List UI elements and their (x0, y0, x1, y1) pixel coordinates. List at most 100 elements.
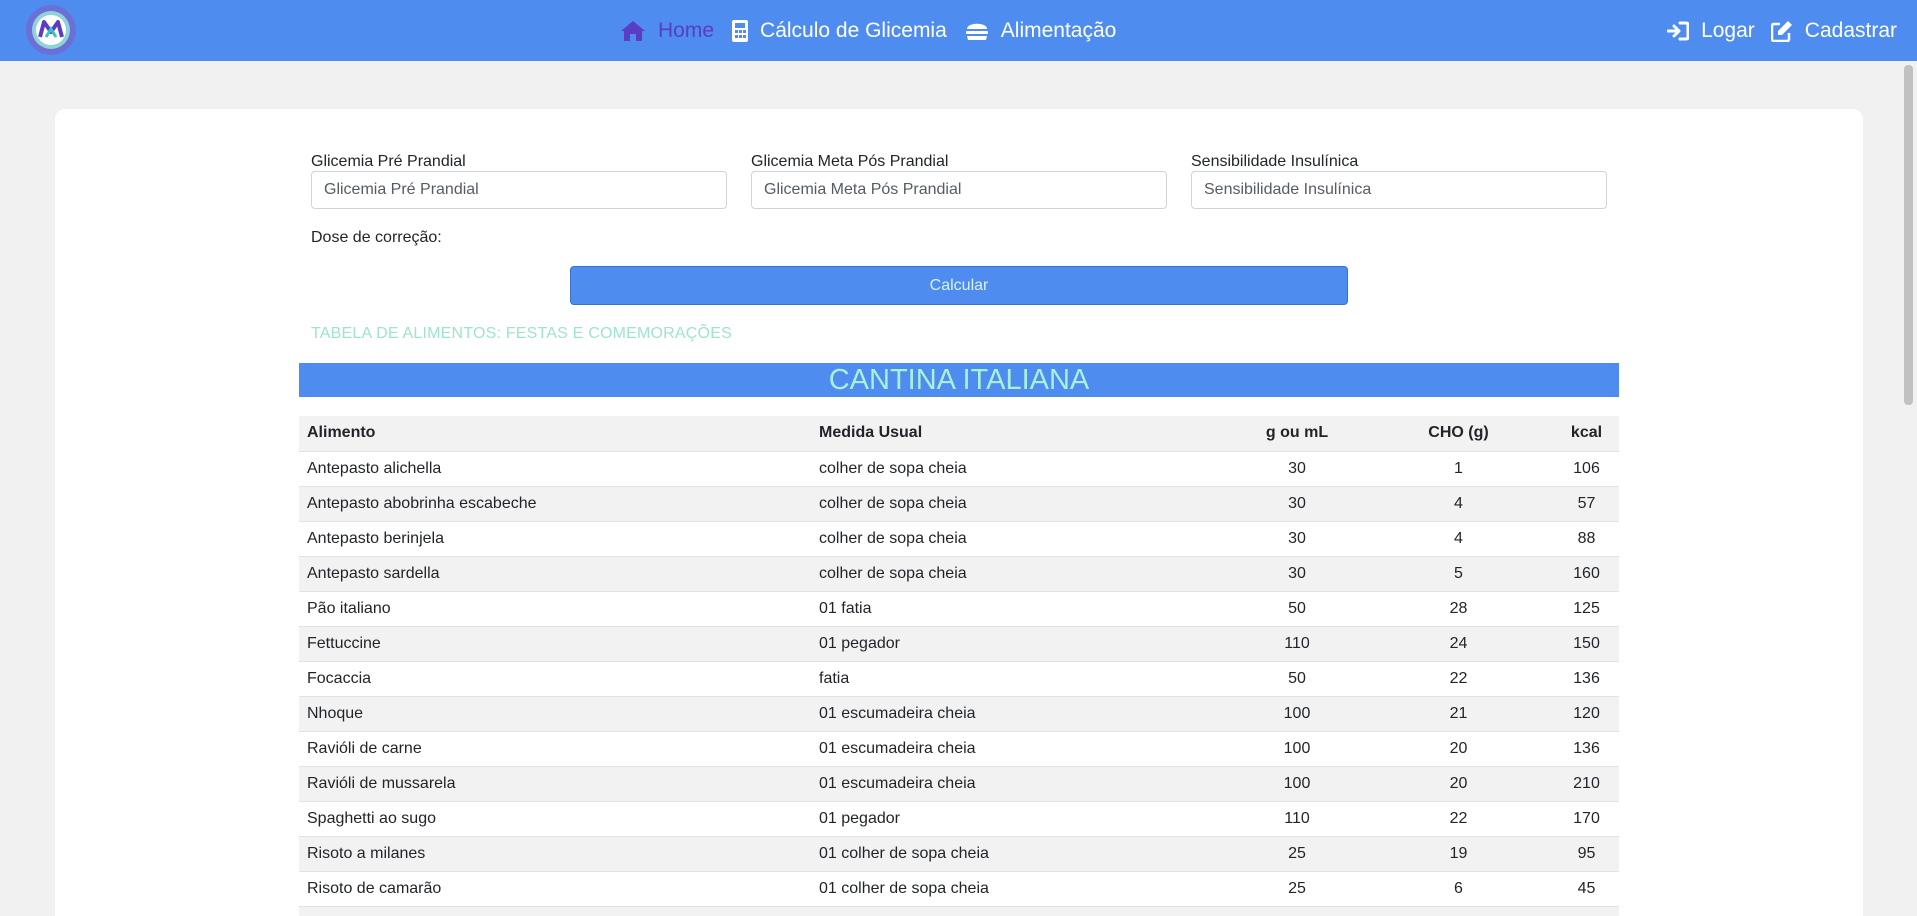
cell-alimento: Pão italiano (299, 591, 811, 627)
home-icon (620, 20, 646, 42)
cell-cho: 22 (1363, 661, 1554, 697)
table-row: Antepasto berinjela colher de sopa cheia 3… (299, 521, 1619, 557)
table-row: Antepasto abobrinha escabeche colher de s… (299, 486, 1619, 522)
cell-medida: colher de sopa cheia (811, 556, 1231, 592)
cell-alimento: Focaccia (299, 661, 811, 697)
burger-icon (965, 20, 989, 42)
cell-alimento: Antepasto alichella (299, 451, 811, 487)
cell-medida: 01 escumadeira cheia (811, 766, 1231, 802)
cell-kcal: 136 (1554, 731, 1619, 767)
table-row: Pão italiano 01 fatia 50 28 125 (299, 591, 1619, 627)
cell-kcal: 106 (1554, 451, 1619, 487)
scrollbar-thumb[interactable] (1904, 65, 1913, 405)
sensibilidade-input[interactable] (1191, 171, 1607, 209)
cell-kcal: 170 (1554, 801, 1619, 837)
calculator-icon (732, 19, 749, 42)
cell-kcal: 125 (1554, 591, 1619, 627)
cell-medida: fatia (811, 661, 1231, 697)
cell-cho: 6 (1363, 871, 1554, 907)
table-row: Antepasto sardella colher de sopa cheia 30… (299, 556, 1619, 592)
pre-prandial-input[interactable] (311, 171, 727, 209)
logo-icon[interactable] (26, 5, 76, 55)
cell-alimento: Antepasto abobrinha escabeche (299, 486, 811, 522)
cell-medida (811, 906, 1231, 916)
cell-g-ml: 110 (1231, 801, 1363, 837)
meta-pos-prandial-label: Glicemia Meta Pós Prandial (751, 153, 949, 170)
table-row (299, 906, 1619, 916)
auth-nav: Logar Cadastrar (1651, 0, 1897, 61)
cell-alimento: Risoto de camarão (299, 871, 811, 907)
cell-kcal: 120 (1554, 696, 1619, 732)
nav-logar[interactable]: Logar (1667, 19, 1755, 43)
cell-cho: 1 (1363, 451, 1554, 487)
calcular-button[interactable]: Calcular (570, 266, 1348, 305)
header-cho: CHO (g) (1363, 416, 1554, 452)
navbar: Home Cálculo de Glicemia Alimentação Log… (0, 0, 1917, 61)
header-g-ml: g ou mL (1231, 416, 1363, 452)
meta-pos-prandial-input[interactable] (751, 171, 1167, 209)
nav-cadastrar-label: Cadastrar (1804, 18, 1897, 42)
cell-medida: 01 escumadeira cheia (811, 731, 1231, 767)
table-title: TABELA DE ALIMENTOS: FESTAS E COMEMORAÇÕ… (311, 325, 732, 342)
table-row: Risoto a milanes 01 colher de sopa cheia 2… (299, 836, 1619, 872)
cell-kcal: 210 (1554, 766, 1619, 802)
cell-medida: 01 colher de sopa cheia (811, 836, 1231, 872)
cell-alimento: Nhoque (299, 696, 811, 732)
nav-alimentacao-label: Alimentação (1000, 18, 1117, 42)
table-row: Focaccia fatia 50 22 136 (299, 661, 1619, 697)
cell-medida: 01 colher de sopa cheia (811, 871, 1231, 907)
table-row: Spaghetti ao sugo 01 pegador 110 22 170 (299, 801, 1619, 837)
cell-kcal: 45 (1554, 871, 1619, 907)
cell-cho: 19 (1363, 836, 1554, 872)
page-scrollbar[interactable] (1900, 61, 1917, 916)
cell-g-ml: 25 (1231, 836, 1363, 872)
edit-icon (1770, 20, 1793, 42)
cell-kcal: 160 (1554, 556, 1619, 592)
cell-cho: 20 (1363, 731, 1554, 767)
cell-cho: 4 (1363, 486, 1554, 522)
cell-cho (1363, 906, 1554, 916)
cell-cho: 21 (1363, 696, 1554, 732)
table-row: Fettuccine 01 pegador 110 24 150 (299, 626, 1619, 662)
cell-alimento: Spaghetti ao sugo (299, 801, 811, 837)
nav-calculo-label: Cálculo de Glicemia (760, 18, 947, 42)
table-row: Ravióli de mussarela 01 escumadeira cheia… (299, 766, 1619, 802)
cell-g-ml: 30 (1231, 486, 1363, 522)
cell-medida: 01 pegador (811, 801, 1231, 837)
nav-calculo[interactable]: Cálculo de Glicemia (732, 19, 947, 43)
cell-medida: 01 escumadeira cheia (811, 696, 1231, 732)
cell-g-ml: 30 (1231, 556, 1363, 592)
nav-home[interactable]: Home (620, 19, 714, 43)
cell-g-ml: 30 (1231, 521, 1363, 557)
cell-kcal: 57 (1554, 486, 1619, 522)
nav-logar-label: Logar (1701, 18, 1755, 42)
header-alimento: Alimento (299, 416, 811, 452)
cell-medida: colher de sopa cheia (811, 451, 1231, 487)
login-icon (1667, 21, 1690, 41)
table-row: Nhoque 01 escumadeira cheia 100 21 120 (299, 696, 1619, 732)
sensibilidade-label: Sensibilidade Insulínica (1191, 153, 1359, 170)
cell-medida: 01 pegador (811, 626, 1231, 662)
cell-alimento: Antepasto sardella (299, 556, 811, 592)
cell-cho: 5 (1363, 556, 1554, 592)
cell-cho: 28 (1363, 591, 1554, 627)
nav-alimentacao[interactable]: Alimentação (965, 18, 1117, 43)
cell-g-ml (1231, 906, 1363, 916)
header-kcal: kcal (1554, 416, 1619, 452)
cell-cho: 22 (1363, 801, 1554, 837)
cell-alimento: Ravióli de carne (299, 731, 811, 767)
cantina-banner: CANTINA ITALIANA (299, 363, 1619, 397)
food-table: Alimento Medida Usual g ou mL CHO (g) kc… (299, 416, 1619, 916)
cell-g-ml: 100 (1231, 696, 1363, 732)
cell-g-ml: 100 (1231, 731, 1363, 767)
cell-g-ml: 50 (1231, 661, 1363, 697)
main-nav: Home Cálculo de Glicemia Alimentação (620, 0, 1134, 61)
pre-prandial-label: Glicemia Pré Prandial (311, 153, 466, 170)
cell-kcal: 88 (1554, 521, 1619, 557)
nav-home-label: Home (658, 18, 715, 42)
cell-medida: colher de sopa cheia (811, 486, 1231, 522)
nav-cadastrar[interactable]: Cadastrar (1770, 18, 1897, 43)
cell-alimento: Fettuccine (299, 626, 811, 662)
dose-correcao-label: Dose de correção: (311, 229, 442, 246)
table-row: Antepasto alichella colher de sopa cheia 3… (299, 451, 1619, 487)
